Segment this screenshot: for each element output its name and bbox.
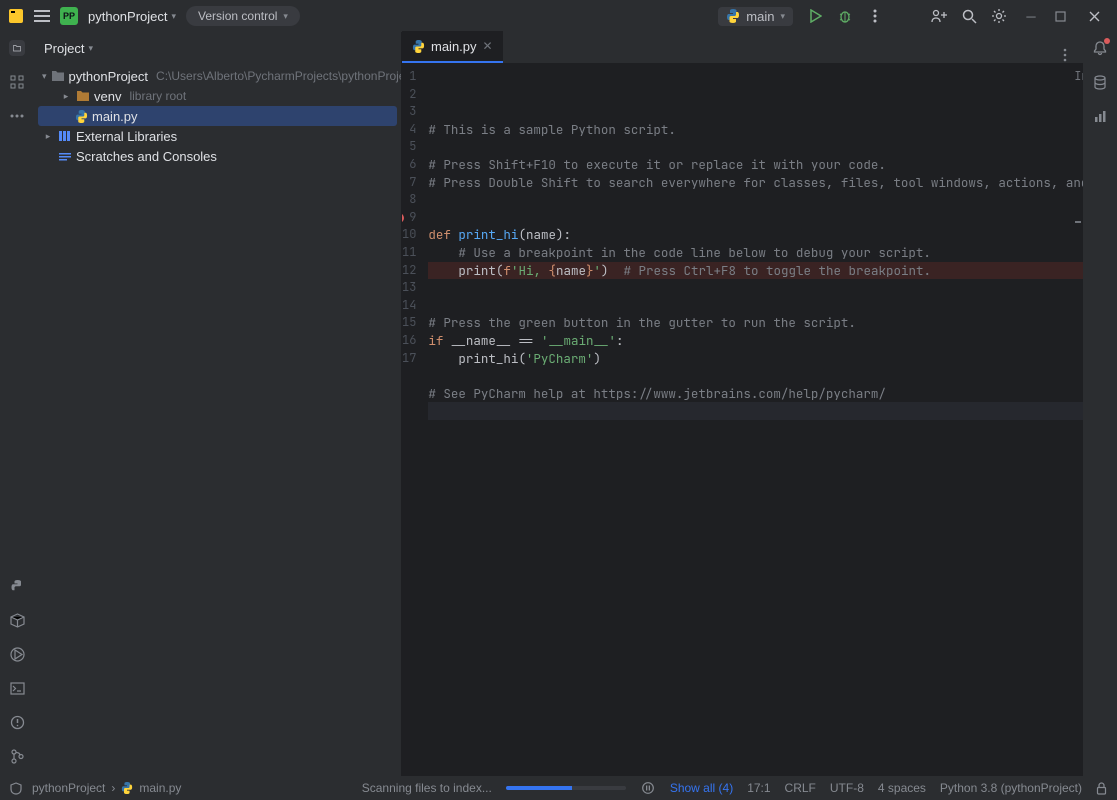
project-panel-header[interactable]: Project ▾ [34, 32, 401, 64]
statusbar: pythonProject › main.py Scanning files t… [0, 776, 1117, 800]
project-panel: Project ▾ ▾ pythonProject C:\Users\Alber… [34, 32, 402, 776]
python-console-icon[interactable] [9, 578, 25, 594]
folder-icon [51, 69, 65, 83]
search-icon[interactable] [961, 8, 977, 24]
left-tool-strip [0, 32, 34, 776]
readonly-lock-icon[interactable] [1096, 782, 1107, 795]
editor-tabs: main.py ✕ [402, 32, 1083, 64]
pause-indexing-icon[interactable] [640, 780, 656, 796]
app-logo-icon[interactable] [8, 8, 24, 24]
tree-external-libraries[interactable]: ▸ External Libraries [38, 126, 397, 146]
indent-config[interactable]: 4 spaces [878, 781, 926, 795]
more-tools-icon[interactable] [9, 108, 25, 124]
services-icon[interactable] [9, 646, 25, 662]
index-progress [506, 786, 626, 790]
line-separator[interactable]: CRLF [785, 781, 816, 795]
breadcrumb[interactable]: pythonProject › main.py [32, 781, 181, 795]
project-badge: PP [60, 7, 78, 25]
settings-icon[interactable] [991, 8, 1007, 24]
run-config-selector[interactable]: main ▾ [718, 7, 793, 26]
trust-icon[interactable] [10, 782, 22, 795]
editor-code[interactable]: Indexing... # This is a sample Python sc… [422, 64, 1083, 776]
chevron-down-icon: ▾ [283, 11, 288, 22]
tree-root[interactable]: ▾ pythonProject C:\Users\Alberto\Pycharm… [38, 66, 397, 86]
more-actions-icon[interactable] [867, 8, 883, 24]
tab-actions-icon[interactable] [1057, 47, 1073, 63]
close-tab-icon[interactable]: ✕ [483, 39, 493, 53]
expand-icon[interactable]: ▸ [42, 131, 54, 142]
close-button[interactable] [1089, 11, 1109, 22]
library-icon [58, 129, 72, 143]
project-name-dropdown[interactable]: pythonProject ▾ [88, 9, 176, 24]
problems-icon[interactable] [9, 714, 25, 730]
caret-position[interactable]: 17:1 [747, 781, 770, 795]
right-tool-strip [1083, 32, 1117, 776]
show-all-link[interactable]: Show all (4) [670, 781, 733, 795]
file-encoding[interactable]: UTF-8 [830, 781, 864, 795]
editor-tab-main-py[interactable]: main.py ✕ [402, 31, 503, 63]
python-file-icon [74, 109, 88, 123]
minimize-button[interactable]: ─ [1021, 9, 1041, 24]
python-icon [726, 9, 740, 23]
scratches-icon [58, 149, 72, 163]
expand-icon[interactable]: ▸ [60, 91, 72, 102]
database-icon[interactable] [1092, 74, 1108, 90]
run-button[interactable] [807, 8, 823, 24]
project-tool-icon[interactable] [9, 40, 25, 56]
coverage-icon[interactable] [1092, 108, 1108, 124]
terminal-icon[interactable] [9, 680, 25, 696]
maximize-button[interactable] [1055, 11, 1075, 22]
chevron-down-icon: ▾ [780, 11, 785, 22]
structure-tool-icon[interactable] [9, 74, 25, 90]
python-packages-icon[interactable] [9, 612, 25, 628]
tree-main-py[interactable]: main.py [38, 106, 397, 126]
scroll-marker [1073, 64, 1083, 776]
collapse-icon[interactable]: ▾ [42, 71, 47, 82]
vcs-tool-icon[interactable] [9, 748, 25, 764]
editor-area: main.py ✕ 1234567891011121314151617 Inde… [402, 32, 1083, 776]
python-file-icon [121, 782, 133, 794]
scanning-label: Scanning files to index... [362, 781, 492, 795]
python-interpreter[interactable]: Python 3.8 (pythonProject) [940, 781, 1082, 795]
project-tree: ▾ pythonProject C:\Users\Alberto\Pycharm… [34, 64, 401, 776]
chevron-down-icon: ▾ [88, 43, 93, 54]
chevron-right-icon: › [111, 781, 115, 795]
notifications-icon[interactable] [1092, 40, 1108, 56]
debug-button[interactable] [837, 8, 853, 24]
version-control-dropdown[interactable]: Version control ▾ [186, 6, 300, 26]
tree-scratches[interactable]: Scratches and Consoles [38, 146, 397, 166]
chevron-down-icon: ▾ [172, 11, 177, 22]
titlebar: PP pythonProject ▾ Version control ▾ mai… [0, 0, 1117, 32]
main-menu-icon[interactable] [34, 8, 50, 24]
folder-icon [76, 89, 90, 103]
editor-gutter[interactable]: 1234567891011121314151617 [402, 64, 422, 776]
python-file-icon [412, 40, 425, 53]
code-with-me-icon[interactable] [931, 8, 947, 24]
tree-venv[interactable]: ▸ venv library root [38, 86, 397, 106]
